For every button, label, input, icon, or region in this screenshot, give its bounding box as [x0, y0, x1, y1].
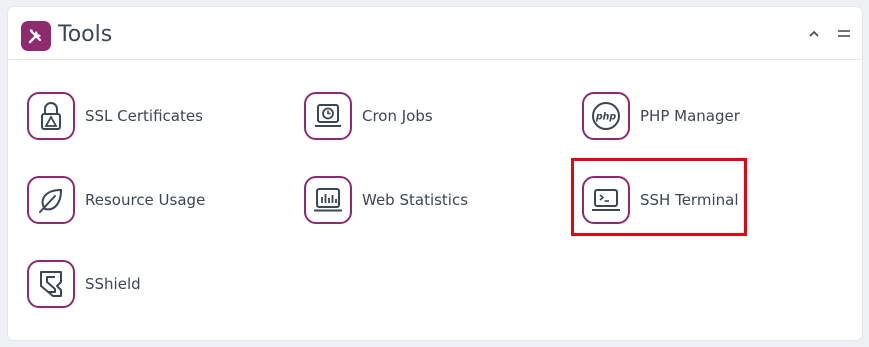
- tool-cron-jobs[interactable]: Cron Jobs: [304, 89, 433, 143]
- collapse-button[interactable]: [804, 24, 824, 44]
- tool-label: Resource Usage: [85, 191, 206, 209]
- panel-title: Tools: [58, 22, 113, 47]
- tool-label: PHP Manager: [640, 107, 740, 125]
- tool-resource-usage[interactable]: Resource Usage: [27, 173, 205, 227]
- terminal-icon: [582, 176, 630, 224]
- sshield-icon: [27, 260, 75, 308]
- tool-label: SSL Certificates: [85, 107, 203, 125]
- ssl-lock-icon: [27, 92, 75, 140]
- tool-sshield[interactable]: SShield: [27, 257, 141, 311]
- php-icon: php: [582, 92, 630, 140]
- statistics-chart-icon: [304, 176, 352, 224]
- tool-label: SShield: [85, 275, 141, 293]
- leaf-icon: [27, 176, 75, 224]
- panel-header: Tools: [8, 7, 862, 60]
- hamburger-icon: [838, 30, 850, 37]
- tools-icon: [21, 21, 51, 51]
- svg-text:php: php: [595, 112, 617, 123]
- panel-menu-button[interactable]: [834, 24, 854, 44]
- tool-ssh-terminal[interactable]: SSH Terminal: [582, 173, 738, 227]
- tool-php-manager[interactable]: php PHP Manager: [582, 89, 740, 143]
- tool-web-statistics[interactable]: Web Statistics: [304, 173, 468, 227]
- tool-ssl-certificates[interactable]: SSL Certificates: [27, 89, 203, 143]
- tool-label: Cron Jobs: [362, 107, 433, 125]
- tool-label: SSH Terminal: [640, 191, 739, 209]
- chevron-up-icon: [809, 30, 819, 37]
- tool-label: Web Statistics: [362, 191, 469, 209]
- cron-clock-icon: [304, 92, 352, 140]
